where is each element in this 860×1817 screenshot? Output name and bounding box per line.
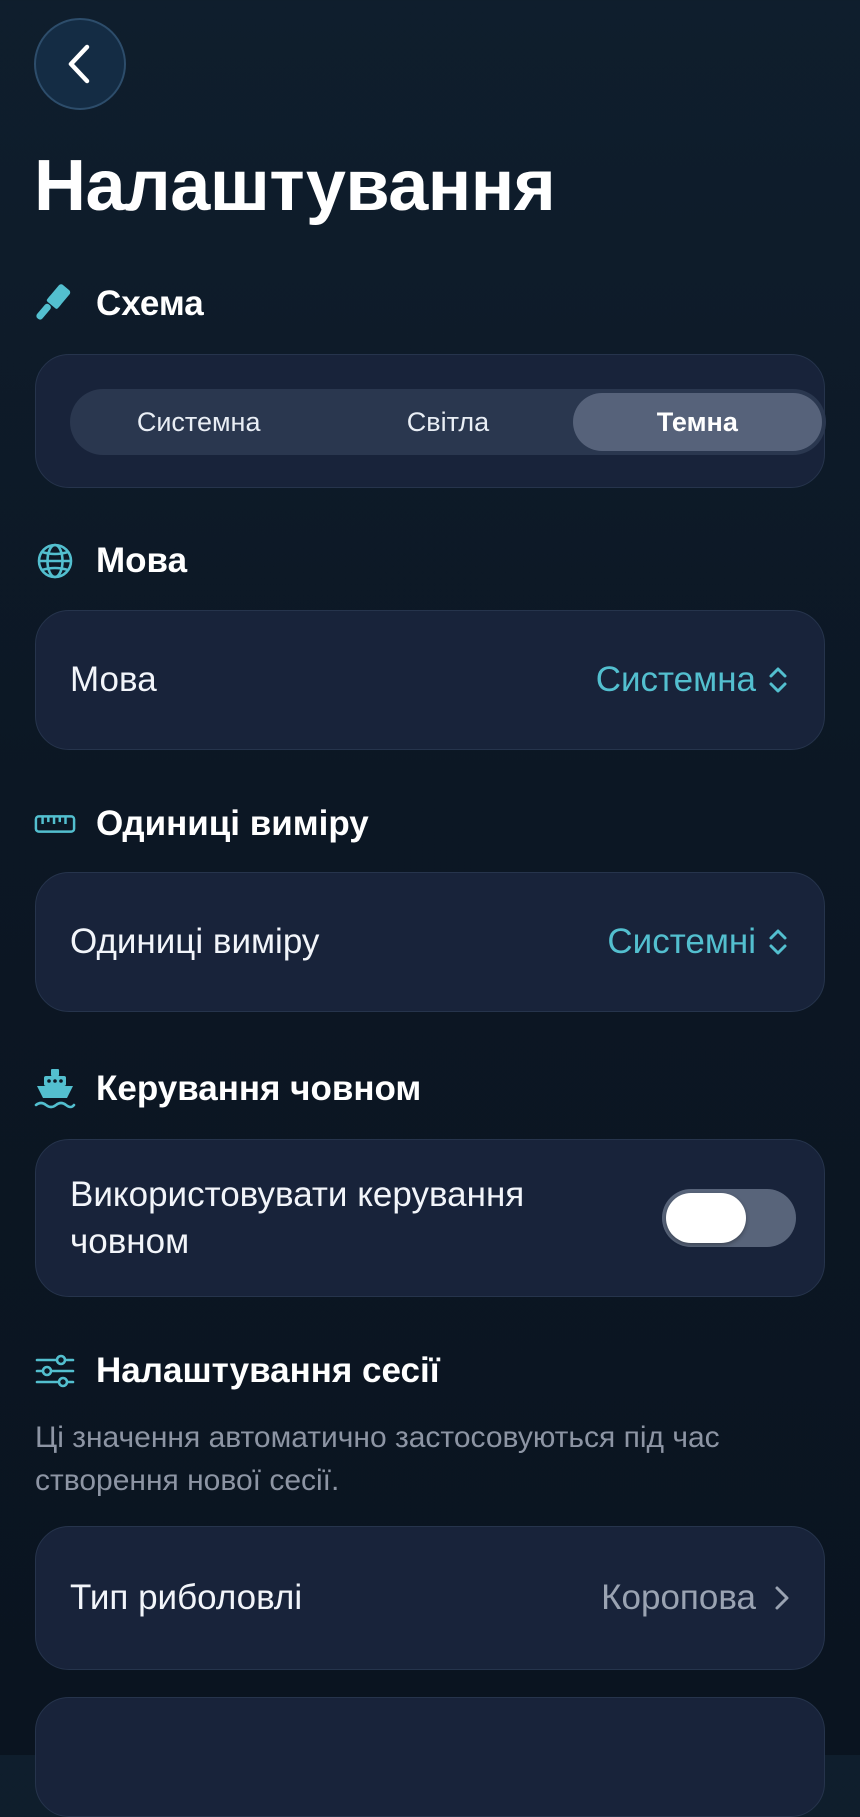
boat-icon [34,1068,76,1110]
language-value: Системна [595,660,756,699]
units-row-label: Одиниці виміру [70,922,320,961]
section-header-units: Одиниці виміру [34,802,369,846]
session-description: Ці значення автоматично застосовуються п… [35,1416,815,1502]
next-setting-card[interactable] [35,1697,825,1817]
fishing-type-value: Коропова [601,1578,756,1617]
globe-icon [34,540,76,582]
ruler-icon [34,803,76,845]
scheme-segmented-control[interactable]: Системна Світла Темна [70,389,826,455]
section-header-session: Налаштування сесії [34,1349,440,1393]
paintbrush-icon [34,283,76,325]
section-header-scheme: Схема [34,282,204,326]
scheme-card: Системна Світла Темна [35,354,826,488]
section-title-language: Мова [96,541,188,580]
session-description-line1: Ці значення автоматично застосовуються п… [35,1421,720,1454]
session-description-line2: створення нової сесії. [35,1464,340,1497]
fishing-type-label: Тип риболовлі [70,1578,303,1617]
language-picker[interactable]: Системна [596,660,790,700]
section-title-scheme: Схема [96,284,204,323]
fishing-type-card[interactable]: Тип риболовлі Коропова [35,1526,825,1670]
scheme-option-light[interactable]: Світла [323,393,572,451]
chevron-right-icon [774,1584,790,1612]
section-title-boat: Керування човном [96,1069,422,1108]
scheme-option-dark[interactable]: Темна [572,393,822,451]
language-row-label: Мова [70,660,157,699]
section-header-language: Мова [34,539,187,583]
boat-card: Використовувати керування човном [35,1139,825,1297]
page-title: Налаштування [34,146,556,226]
fishing-type-selector[interactable]: Коропова [601,1578,790,1618]
chevron-up-down-icon [766,925,790,959]
boat-row-label-line2: човном [70,1222,190,1261]
boat-row-label-line1: Використовувати керування [70,1175,525,1214]
section-title-units: Одиниці виміру [96,804,369,843]
back-button[interactable] [34,18,126,110]
chevron-left-icon [63,41,97,87]
sliders-icon [34,1350,76,1392]
language-card[interactable]: Мова Системна [35,610,825,750]
units-card[interactable]: Одиниці виміру Системні [35,872,825,1012]
section-title-session: Налаштування сесії [96,1351,440,1390]
scheme-option-system[interactable]: Системна [74,393,323,451]
boat-control-toggle[interactable] [662,1189,796,1247]
units-value: Системні [607,922,756,961]
section-header-boat: Керування човном [34,1067,421,1111]
chevron-up-down-icon [766,663,790,697]
units-picker[interactable]: Системні [607,922,790,962]
boat-row-label: Використовувати керування човном [70,1171,524,1265]
toggle-knob [666,1193,746,1243]
